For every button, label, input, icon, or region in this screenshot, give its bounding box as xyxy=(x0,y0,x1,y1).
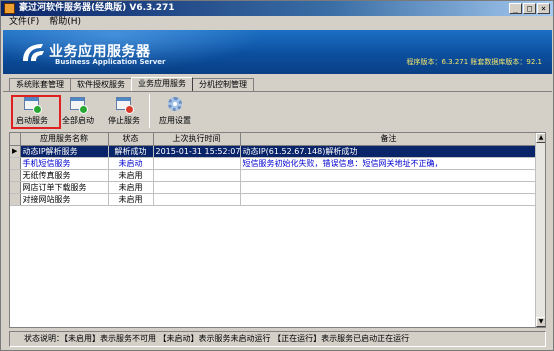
start-service-button[interactable]: 启动服务 xyxy=(9,93,55,129)
column-header-note[interactable]: 备注 xyxy=(240,133,538,146)
service-name: 对接网站服务 xyxy=(20,193,109,206)
tab-extension-control[interactable]: 分机控制管理 xyxy=(192,78,254,91)
menu-bar: 文件(F) 帮助(H) xyxy=(1,16,553,29)
column-header-name[interactable]: 应用服务名称 xyxy=(20,133,109,146)
table-row[interactable]: 网店订单下载服务 未启用 xyxy=(10,181,538,194)
minimize-button[interactable]: _ xyxy=(509,3,522,14)
table-row[interactable]: 手机短信服务 未启动 短信服务初始化失败，错误信息：短信网关地址不正确， xyxy=(10,157,538,170)
row-indicator xyxy=(10,193,21,206)
table-row[interactable]: ▶ 动态IP解析服务 解析成功 2015-01-31 15:52:07 动态IP… xyxy=(10,145,538,158)
service-name: 无纸传真服务 xyxy=(20,169,109,182)
service-name: 网店订单下载服务 xyxy=(20,181,109,194)
start-all-button[interactable]: 全部启动 xyxy=(55,93,101,129)
menu-help[interactable]: 帮助(H) xyxy=(49,16,81,29)
service-status: 未启用 xyxy=(108,193,154,206)
row-pointer-icon: ▶ xyxy=(10,145,21,158)
logo-icon xyxy=(23,44,44,61)
column-header-status[interactable]: 状态 xyxy=(108,133,154,146)
main-window: 豪过河软件服务器(经典版) V6.3.271 _ □ × 文件(F) 帮助(H)… xyxy=(0,0,554,351)
start-service-label: 启动服务 xyxy=(16,116,48,125)
service-time: 2015-01-31 15:52:07 xyxy=(153,145,241,158)
gear-icon xyxy=(166,96,184,113)
stop-service-icon xyxy=(115,96,134,114)
stop-service-button[interactable]: 停止服务 xyxy=(101,93,147,129)
service-note: 短信服务初始化失败，错误信息：短信网关地址不正确， xyxy=(240,157,538,170)
service-note xyxy=(240,193,538,206)
service-status: 未启动 xyxy=(108,157,154,170)
service-note xyxy=(240,181,538,194)
tab-license-service[interactable]: 软件授权服务 xyxy=(70,78,132,91)
service-name: 手机短信服务 xyxy=(20,157,109,170)
row-indicator xyxy=(10,157,21,170)
scroll-down-icon[interactable]: ▼ xyxy=(536,317,545,327)
menu-file[interactable]: 文件(F) xyxy=(9,16,39,29)
row-indicator xyxy=(10,181,21,194)
status-bar: 状态说明：【未启用】表示服务不可用 【未启动】表示服务未启动运行 【正在运行】表… xyxy=(9,331,546,347)
tab-strip: 系统账套管理 软件授权服务 业务应用服务 分机控制管理 xyxy=(9,77,254,91)
service-time xyxy=(153,193,241,206)
service-grid: 应用服务名称 状态 上次执行时间 备注 ▶ 动态IP解析服务 解析成功 2015… xyxy=(9,132,546,328)
start-all-label: 全部启动 xyxy=(62,116,94,125)
row-indicator xyxy=(10,169,21,182)
banner-subtitle: Business Application Server xyxy=(55,58,166,66)
scroll-up-icon[interactable]: ▲ xyxy=(536,133,545,143)
tab-account-management[interactable]: 系统账套管理 xyxy=(9,78,71,91)
tab-divider xyxy=(3,91,552,92)
title-bar[interactable]: 豪过河软件服务器(经典版) V6.3.271 _ □ × xyxy=(1,1,553,16)
tab-business-service[interactable]: 业务应用服务 xyxy=(131,77,193,91)
maximize-button[interactable]: □ xyxy=(523,3,536,14)
start-service-icon xyxy=(23,96,42,114)
window-title: 豪过河软件服务器(经典版) V6.3.271 xyxy=(19,3,175,13)
table-row[interactable]: 对接网站服务 未启用 xyxy=(10,193,538,206)
start-all-icon xyxy=(69,96,88,114)
column-header-time[interactable]: 上次执行时间 xyxy=(153,133,241,146)
service-time xyxy=(153,181,241,194)
vertical-scrollbar[interactable]: ▲ ▼ xyxy=(535,133,545,327)
table-row[interactable]: 无纸传真服务 未启用 xyxy=(10,169,538,182)
service-note: 动态IP(61.52.67.148)解析成功 xyxy=(240,145,538,158)
toolbar-separator xyxy=(149,94,150,128)
row-indicator-header xyxy=(10,133,21,146)
app-icon xyxy=(4,3,15,14)
service-time xyxy=(153,157,241,170)
service-note xyxy=(240,169,538,182)
service-status: 未启用 xyxy=(108,181,154,194)
banner: 业务应用服务器 Business Application Server 程序版本… xyxy=(3,30,552,74)
version-info: 程序版本：6.3.271 账套数据库版本：92.1 xyxy=(406,58,542,66)
service-time xyxy=(153,169,241,182)
service-name: 动态IP解析服务 xyxy=(20,145,109,158)
close-button[interactable]: × xyxy=(537,3,550,14)
app-settings-label: 应用设置 xyxy=(159,116,191,125)
service-status: 未启用 xyxy=(108,169,154,182)
service-status: 解析成功 xyxy=(108,145,154,158)
toolbar: 启动服务 全部启动 停止服务 应用设置 xyxy=(9,93,198,129)
stop-service-label: 停止服务 xyxy=(108,116,140,125)
app-settings-button[interactable]: 应用设置 xyxy=(152,93,198,129)
